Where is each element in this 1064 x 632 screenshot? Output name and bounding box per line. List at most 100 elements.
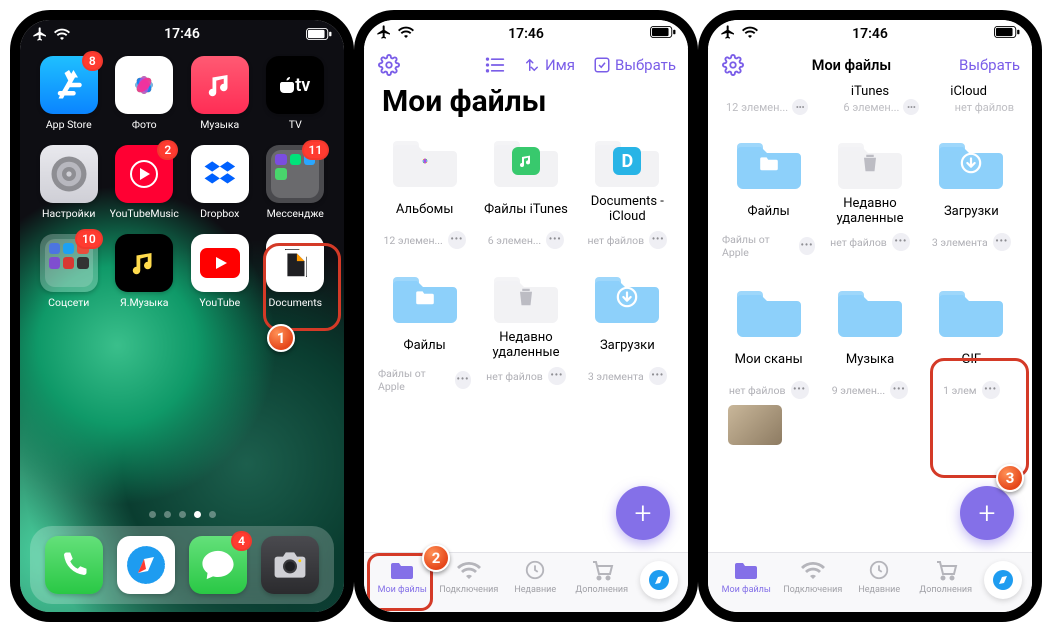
app-icon — [115, 234, 173, 292]
folder-more-button[interactable]: ••• — [649, 231, 667, 249]
tab-wifi[interactable]: Подключения — [781, 557, 846, 612]
select-button[interactable]: Выбрать — [959, 56, 1020, 74]
cart-icon — [589, 557, 615, 583]
folder-meta: нет файлов••• — [587, 231, 667, 249]
folder-more-button[interactable]: ••• — [791, 381, 809, 399]
app-tv[interactable]: tv TV — [261, 56, 331, 131]
folder-meta: нет файлов••• — [729, 381, 809, 399]
app-appstore[interactable]: 8App Store — [34, 56, 104, 131]
list-view-button[interactable] — [485, 56, 505, 74]
files-icon — [733, 557, 759, 583]
clock-icon — [522, 557, 548, 583]
app-icon — [117, 536, 175, 594]
folder-more-button[interactable]: ••• — [455, 371, 472, 389]
thumbnail-strip — [708, 403, 1032, 445]
app-youtubemusic[interactable]: 2 YouTubeMusic — [110, 145, 180, 220]
folder-файлы[interactable]: Файлы Файлы от Apple••• — [378, 271, 471, 393]
app-label: YouTubeMusic — [110, 207, 179, 220]
tab-cart[interactable]: Дополнения — [570, 557, 635, 612]
folder-more-button[interactable]: ••• — [982, 381, 1000, 399]
app-youtube[interactable]: YouTube — [185, 234, 255, 309]
page-title: Мои файлы — [364, 84, 688, 131]
tab-cart[interactable]: Дополнения — [914, 557, 979, 612]
folder-мои-сканы[interactable]: Мои сканы нет файлов••• — [722, 285, 815, 399]
app-documents[interactable]: Documents — [261, 234, 331, 309]
app-camera[interactable]: Camera — [261, 536, 319, 594]
page-title-small: Мои файлы — [812, 57, 891, 74]
app-icon: 2 — [115, 145, 173, 203]
app-музыка[interactable]: Музыка — [185, 56, 255, 131]
add-button[interactable]: + — [960, 486, 1014, 540]
folder-more-button[interactable]: ••• — [799, 237, 816, 255]
badge: 8 — [82, 51, 103, 71]
folder-more-button[interactable]: ••• — [890, 381, 908, 399]
folder-музыка[interactable]: Музыка 9 элемен...••• — [823, 285, 916, 399]
status-time: 17:46 — [164, 26, 200, 42]
folder-icon — [939, 137, 1003, 189]
folder-grid-row2: Мои сканы нет файлов••• Музыка 9 элемен.… — [708, 263, 1032, 403]
folder-файлы[interactable]: Файлы Файлы от Apple••• — [722, 137, 815, 259]
files-icon — [389, 557, 415, 583]
badge: 10 — [75, 229, 103, 249]
app-phone[interactable]: Phone — [45, 536, 103, 594]
home-app-grid: 8App StoreФотоМузыкаtvTVНастройки2YouTub… — [20, 48, 344, 309]
battery-icon — [994, 26, 1020, 42]
select-button[interactable]: Выбрать — [593, 56, 676, 74]
status-bar: 17:46 — [708, 20, 1032, 48]
folder-more-button[interactable]: ••• — [993, 233, 1011, 251]
home-dock: PhoneSafari4MessagesCamera — [30, 526, 334, 604]
app-мессендже[interactable]: 11Мессендже — [261, 145, 331, 220]
app-safari[interactable]: Safari — [117, 536, 175, 594]
folder-недавно-удаленные[interactable]: Недавно удаленные нет файлов••• — [479, 271, 572, 393]
tab-clock[interactable]: Недавние — [847, 557, 912, 612]
folder-gif[interactable]: GIF 1 элем••• — [925, 285, 1018, 399]
tab-browser[interactable] — [980, 557, 1026, 612]
folder-more-button[interactable]: ••• — [448, 231, 466, 249]
folder-more-button[interactable]: ••• — [548, 367, 566, 385]
tab-browser[interactable] — [636, 557, 682, 612]
page-indicator[interactable] — [20, 499, 344, 526]
folder-альбомы[interactable]: Альбомы 12 элемен...••• — [378, 135, 471, 249]
folder-загрузки[interactable]: Загрузки 3 элемента••• — [925, 137, 1018, 259]
tab-files[interactable]: Мои файлы — [714, 557, 779, 612]
sort-button[interactable]: Имя — [523, 56, 575, 74]
folder-meta: 3 элемента••• — [588, 367, 667, 385]
wifi-icon — [742, 26, 758, 42]
app-messages[interactable]: 4Messages — [189, 536, 247, 594]
callout-1: 1 — [267, 324, 295, 352]
folder-name: Файлы — [748, 195, 790, 227]
sort-label: Имя — [545, 56, 575, 74]
folder-more-button[interactable]: ••• — [546, 231, 564, 249]
folder-documents---icloud[interactable]: D Documents - iCloud нет файлов••• — [581, 135, 674, 249]
settings-button[interactable] — [722, 54, 744, 76]
folder-more-button[interactable]: ••• — [649, 367, 667, 385]
tab-clock[interactable]: Недавние — [503, 557, 568, 612]
tab-bar: Мои файлыПодключенияНедавниеДополнения — [708, 552, 1032, 612]
app-label: TV — [289, 118, 302, 131]
app-dropbox[interactable]: Dropbox — [185, 145, 255, 220]
app-настройки[interactable]: Настройки — [34, 145, 104, 220]
app-icon: tv — [266, 56, 324, 114]
app-я.музыка[interactable]: Я.Музыка — [110, 234, 180, 309]
tab-label: Дополнения — [575, 585, 628, 595]
folder-недавно-удаленные[interactable]: Недавно удаленные нет файлов••• — [823, 137, 916, 259]
folder-meta: 9 элемен...••• — [832, 381, 908, 399]
folder-icon — [393, 135, 457, 187]
phone-home: 17:46 8App StoreФотоМузыкаtv TV Настройки2… — [10, 10, 354, 622]
app-соцсети[interactable]: 10Соцсети — [34, 234, 104, 309]
compass-icon — [984, 561, 1022, 599]
folder-meta: 3 элемента••• — [932, 233, 1011, 251]
app-фото[interactable]: Фото — [110, 56, 180, 131]
folder-файлы-itunes[interactable]: Файлы iTunes 6 элемен...••• — [479, 135, 572, 249]
settings-button[interactable] — [378, 54, 400, 76]
app-label: Соцсети — [48, 296, 89, 309]
callout-3: 3 — [996, 464, 1024, 492]
file-thumbnail[interactable] — [728, 405, 782, 445]
folder-more-button[interactable]: ••• — [892, 233, 910, 251]
wifi-icon — [398, 26, 414, 42]
add-button[interactable]: + — [616, 486, 670, 540]
folder-icon — [494, 135, 558, 187]
folder-meta: 1 элем••• — [943, 381, 1000, 399]
folder-icon — [737, 285, 801, 337]
folder-загрузки[interactable]: Загрузки 3 элемента••• — [581, 271, 674, 393]
